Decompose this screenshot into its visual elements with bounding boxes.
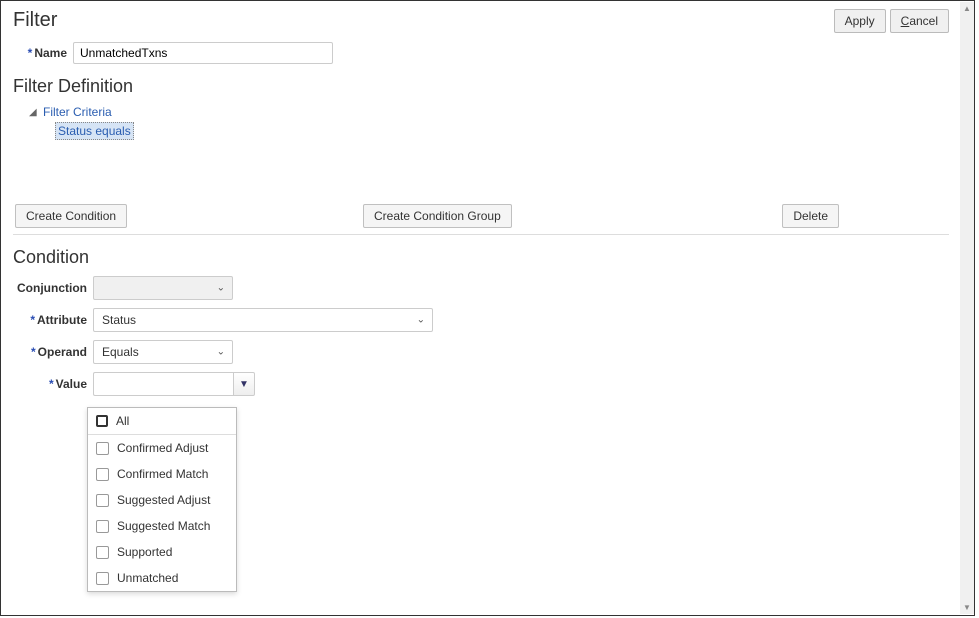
value-option-confirmed-adjust[interactable]: Confirmed Adjust bbox=[88, 435, 236, 461]
value-select[interactable] bbox=[93, 372, 233, 396]
name-input[interactable] bbox=[73, 42, 333, 64]
delete-button[interactable]: Delete bbox=[782, 204, 839, 228]
value-option-suggested-match[interactable]: Suggested Match bbox=[88, 513, 236, 539]
value-label: *Value bbox=[13, 377, 93, 391]
tree-root[interactable]: Filter Criteria bbox=[43, 105, 112, 119]
apply-button[interactable]: Apply bbox=[834, 9, 886, 33]
vertical-scrollbar[interactable]: ▲ ▼ bbox=[960, 2, 974, 614]
scroll-down-icon[interactable]: ▼ bbox=[963, 603, 971, 612]
conjunction-select[interactable] bbox=[93, 276, 233, 300]
tree-criteria-selected[interactable]: Status equals bbox=[55, 122, 134, 140]
value-dropdown-panel: All Confirmed Adjust Confirmed Match Sug… bbox=[87, 407, 237, 592]
name-label: *Name bbox=[13, 46, 73, 60]
attribute-label: *Attribute bbox=[13, 313, 93, 327]
checkbox-icon bbox=[96, 494, 109, 507]
checkbox-icon bbox=[96, 572, 109, 585]
checkbox-icon bbox=[96, 520, 109, 533]
value-option-suggested-adjust[interactable]: Suggested Adjust bbox=[88, 487, 236, 513]
value-option-confirmed-match[interactable]: Confirmed Match bbox=[88, 461, 236, 487]
operand-label: *Operand bbox=[13, 345, 93, 359]
value-option-all[interactable]: All bbox=[88, 408, 236, 435]
value-dropdown-button[interactable]: ▼ bbox=[233, 372, 255, 396]
create-condition-button[interactable]: Create Condition bbox=[15, 204, 127, 228]
filter-definition-title: Filter Definition bbox=[13, 76, 949, 97]
checkbox-icon bbox=[96, 415, 108, 427]
checkbox-icon bbox=[96, 468, 109, 481]
scroll-up-icon[interactable]: ▲ bbox=[963, 4, 971, 13]
page-title: Filter bbox=[13, 9, 57, 32]
value-option-supported[interactable]: Supported bbox=[88, 539, 236, 565]
attribute-select[interactable]: Status bbox=[93, 308, 433, 332]
operand-select[interactable]: Equals bbox=[93, 340, 233, 364]
value-option-unmatched[interactable]: Unmatched bbox=[88, 565, 236, 591]
triangle-down-icon: ▼ bbox=[239, 379, 249, 390]
conjunction-label: Conjunction bbox=[13, 281, 93, 295]
checkbox-icon bbox=[96, 442, 109, 455]
create-condition-group-button[interactable]: Create Condition Group bbox=[363, 204, 512, 228]
cancel-button[interactable]: Cancel bbox=[890, 9, 949, 33]
condition-title: Condition bbox=[13, 247, 949, 268]
checkbox-icon bbox=[96, 546, 109, 559]
tree-collapse-icon[interactable]: ◢ bbox=[29, 107, 39, 118]
